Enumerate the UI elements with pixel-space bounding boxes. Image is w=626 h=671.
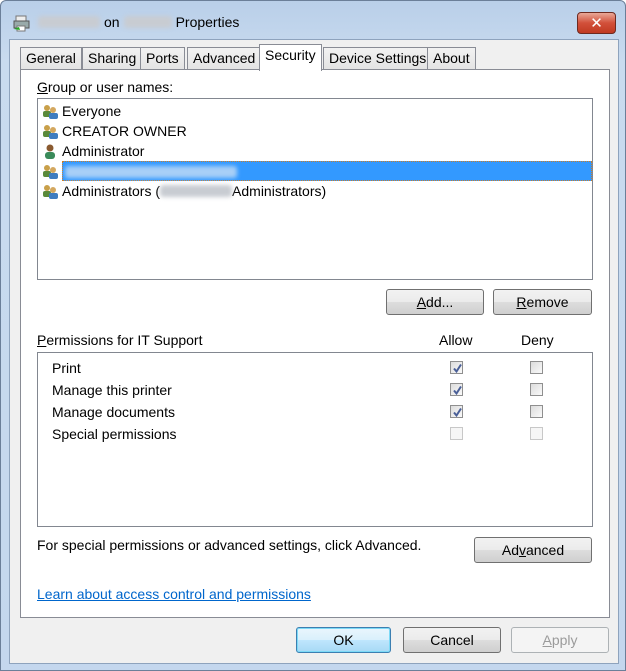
tab-security[interactable]: Security (259, 44, 322, 71)
title-suffix: Properties (175, 14, 240, 30)
window-title: on Properties (38, 14, 239, 30)
list-item[interactable]: Administrator (42, 141, 144, 161)
allow-checkbox[interactable] (450, 427, 463, 440)
allow-checkbox[interactable] (450, 383, 463, 396)
permission-row: Special permissions (38, 425, 592, 447)
advanced-button[interactable]: Advanced (474, 537, 592, 563)
server-name-redacted (123, 16, 172, 28)
deny-checkbox[interactable] (530, 405, 543, 418)
permission-row: Print (38, 359, 592, 381)
group-icon (43, 184, 58, 199)
permission-row: Manage this printer (38, 381, 592, 403)
allow-header: Allow (439, 332, 473, 348)
group-icon (43, 104, 58, 119)
group-icon (43, 164, 58, 179)
close-button[interactable]: ✕ (577, 12, 616, 34)
close-icon: ✕ (590, 14, 603, 32)
tab-general[interactable]: General (20, 47, 82, 70)
remove-button[interactable]: Remove (493, 289, 592, 315)
tab-ports[interactable]: Ports (140, 47, 185, 70)
tab-advanced[interactable]: Advanced (187, 47, 262, 70)
cancel-button[interactable]: Cancel (403, 627, 501, 653)
special-permissions-text: For special permissions or advanced sett… (37, 537, 422, 553)
tab-device-settings[interactable]: Device Settings (323, 47, 433, 70)
domain-redacted (160, 185, 233, 197)
security-panel: Group or user names: Everyone CREATOR OW… (20, 69, 610, 618)
user-name: Administrator (62, 143, 145, 159)
group-icon (43, 124, 58, 139)
apply-button[interactable]: Apply (511, 627, 609, 653)
list-item[interactable]: CREATOR OWNER (42, 121, 187, 141)
deny-header: Deny (521, 332, 554, 348)
list-item[interactable]: Everyone (42, 101, 121, 121)
permission-name: Manage documents (52, 404, 175, 420)
user-name: CREATOR OWNER (62, 123, 187, 139)
user-name: Everyone (62, 103, 122, 119)
permission-row: Manage documents (38, 403, 592, 425)
deny-checkbox[interactable] (530, 383, 543, 396)
printer-icon (13, 15, 30, 32)
allow-checkbox[interactable] (450, 405, 463, 418)
user-name-suffix: Administrators) (232, 183, 327, 199)
deny-checkbox[interactable] (530, 361, 543, 374)
add-button[interactable]: Add... (386, 289, 484, 315)
user-icon (45, 144, 55, 159)
permission-name: Print (52, 360, 81, 376)
properties-window: on Properties ✕ General Sharing Ports Ad… (0, 0, 626, 671)
user-list[interactable]: Everyone CREATOR OWNER Administrator Adm… (37, 98, 593, 280)
ok-button[interactable]: OK (296, 627, 391, 653)
user-name-prefix: Administrators ( (62, 183, 161, 199)
permissions-label: Permissions for IT Support (37, 332, 203, 348)
group-label: Group or user names: (37, 79, 174, 95)
list-item[interactable]: Administrators ( Administrators) (42, 181, 326, 201)
list-item-selected[interactable] (42, 161, 592, 181)
dialog-client: General Sharing Ports Advanced Security … (9, 39, 619, 664)
title-on: on (104, 14, 120, 30)
printer-name-redacted (38, 16, 100, 28)
tab-about[interactable]: About (427, 47, 476, 70)
permission-name: Manage this printer (52, 382, 172, 398)
permissions-list: Print Manage this printer Manage documen… (37, 352, 593, 527)
tab-sharing[interactable]: Sharing (82, 47, 143, 70)
allow-checkbox[interactable] (450, 361, 463, 374)
permission-name: Special permissions (52, 426, 177, 442)
learn-access-control-link[interactable]: Learn about access control and permissio… (37, 586, 311, 602)
deny-checkbox[interactable] (530, 427, 543, 440)
user-name-redacted (62, 161, 592, 181)
